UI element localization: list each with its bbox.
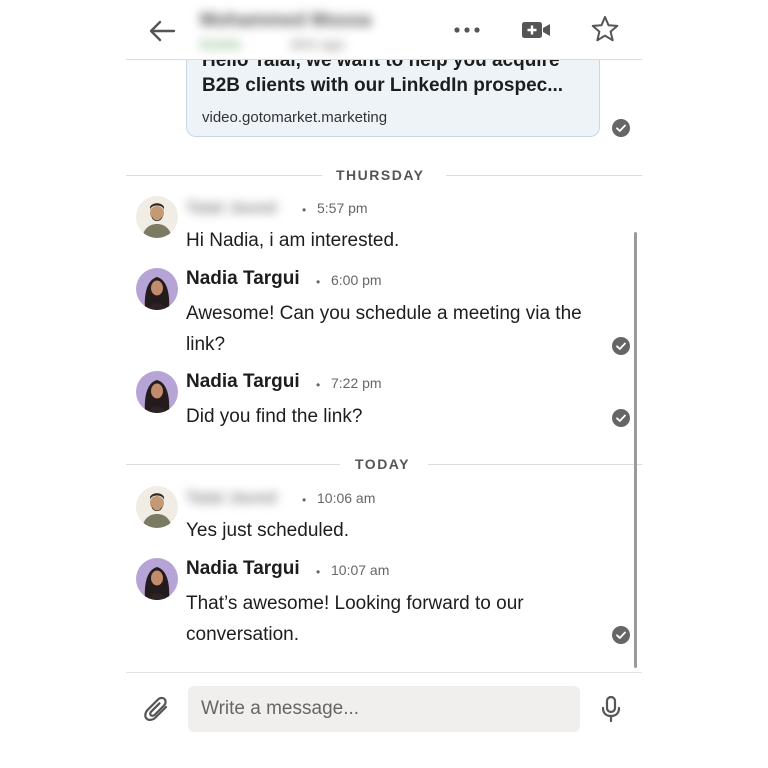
avatar[interactable] (136, 486, 178, 528)
star-button[interactable] (590, 14, 620, 44)
message-time: 5:57 pm (317, 200, 368, 216)
sender-name[interactable]: Nadia Targui (186, 268, 300, 290)
back-arrow-icon (149, 20, 176, 42)
sender-name[interactable]: Nadia Targui (186, 558, 300, 580)
sender-name[interactable]: Talal Javed (186, 488, 276, 508)
read-receipt-icon (612, 409, 630, 427)
avatar-image-icon (136, 558, 178, 600)
avatar-image-icon (136, 268, 178, 310)
message-text: That’s awesome! Looking forward to our c… (186, 593, 524, 645)
attach-button[interactable] (142, 694, 172, 724)
message-time: 10:06 am (317, 490, 376, 506)
paperclip-icon (144, 696, 168, 721)
avatar-image-icon (136, 486, 178, 528)
microphone-icon (601, 695, 621, 723)
link-preview-domain: video.gotomarket.marketing (202, 109, 388, 126)
day-divider-line (126, 464, 340, 465)
video-call-button[interactable] (520, 16, 552, 44)
separator-dot: • (302, 493, 307, 507)
message-text: Did you find the link? (186, 406, 363, 427)
avatar[interactable] (136, 371, 178, 413)
link-preview-title: B2B clients with our LinkedIn prospec... (202, 75, 564, 96)
scrollbar[interactable] (634, 232, 637, 668)
read-receipt-icon (612, 119, 630, 137)
avatar-image-icon (136, 371, 178, 413)
sender-name[interactable]: Nadia Targui (186, 371, 300, 393)
read-receipt-icon (612, 626, 630, 644)
video-icon (522, 22, 550, 38)
message-time: 6:00 pm (331, 272, 382, 288)
link-preview-card[interactable]: Hello Talal, we want to help you acquire… (186, 60, 600, 137)
message-time: 10:07 am (331, 562, 390, 578)
read-receipt-icon (612, 337, 630, 355)
more-options-button[interactable] (452, 20, 482, 40)
day-divider-line (428, 464, 642, 465)
more-icon (454, 27, 480, 33)
sender-name[interactable]: Talal Javed (186, 198, 276, 218)
link-preview-title-fragment: Hello Talal, we want to help you acquire (202, 60, 560, 71)
day-label: THURSDAY (336, 167, 425, 183)
separator-dot: • (316, 378, 321, 392)
separator-dot: • (316, 275, 321, 289)
separator-dot: • (302, 203, 307, 217)
avatar[interactable] (136, 196, 178, 238)
message-time: 7:22 pm (331, 375, 382, 391)
message-text: Awesome! Can you schedule a meeting via … (186, 303, 582, 355)
star-icon (591, 16, 619, 42)
message-text: Yes just scheduled. (186, 520, 350, 541)
composer-divider (126, 672, 642, 673)
day-divider-line (126, 175, 322, 176)
contact-status: Mobile (200, 36, 242, 52)
avatar[interactable] (136, 558, 178, 600)
contact-name[interactable]: Mohammed Mousa (200, 10, 371, 32)
day-divider-line (446, 175, 642, 176)
contact-last-active: 40m ago (290, 36, 345, 52)
avatar[interactable] (136, 268, 178, 310)
message-input[interactable] (188, 686, 580, 732)
avatar-image-icon (136, 196, 178, 238)
separator-dot: • (316, 565, 321, 579)
voice-message-button[interactable] (598, 694, 624, 724)
day-label: TODAY (355, 456, 410, 472)
message-text: Hi Nadia, i am interested. (186, 230, 400, 251)
back-button[interactable] (146, 17, 178, 45)
